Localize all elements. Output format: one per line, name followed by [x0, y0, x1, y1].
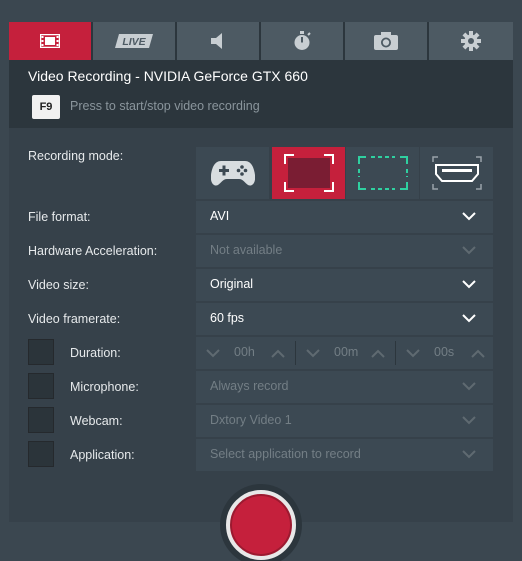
webcam-value: Dxtory Video 1	[210, 413, 292, 427]
chevron-down-icon	[462, 212, 476, 221]
framerate-label: Video framerate:	[28, 312, 121, 326]
chevron-down-icon[interactable]	[306, 349, 320, 358]
film-icon	[40, 34, 60, 48]
video-size-label: Video size:	[28, 278, 89, 292]
hotkey-description: Press to start/stop video recording	[70, 99, 260, 113]
speaker-icon	[211, 33, 222, 49]
tab-live[interactable]: LIVE	[93, 22, 177, 60]
duration-seconds: 00s	[396, 337, 493, 369]
tab-audio[interactable]	[177, 22, 261, 60]
duration-stepper: 00h 00m 00s	[196, 337, 493, 369]
hw-accel-label: Hardware Acceleration:	[28, 244, 158, 258]
duration-hours: 00h	[196, 337, 293, 369]
video-size-value: Original	[210, 277, 254, 291]
webcam-checkbox[interactable]	[28, 407, 54, 433]
region-icon	[357, 156, 408, 190]
tab-settings[interactable]	[429, 22, 513, 60]
microphone-value: Always record	[210, 379, 289, 393]
file-format-select[interactable]: AVI	[196, 201, 493, 233]
gear-icon	[461, 31, 481, 51]
record-icon	[226, 490, 296, 560]
microphone-checkbox[interactable]	[28, 373, 54, 399]
duration-checkbox[interactable]	[28, 339, 54, 365]
webcam-label: Webcam:	[70, 414, 123, 428]
application-value: Select application to record	[210, 447, 361, 461]
webcam-select[interactable]: Dxtory Video 1	[196, 405, 493, 437]
fullscreen-icon	[283, 154, 334, 192]
microphone-select[interactable]: Always record	[196, 371, 493, 403]
camera-icon	[374, 32, 398, 50]
duration-seconds-value[interactable]: 00s	[434, 345, 454, 359]
duration-hours-value[interactable]: 00h	[234, 345, 255, 359]
record-button[interactable]	[220, 484, 302, 561]
application-select[interactable]: Select application to record	[196, 439, 493, 471]
mode-fullscreen-button[interactable]	[272, 147, 345, 199]
chevron-down-icon	[462, 416, 476, 425]
header: Video Recording - NVIDIA GeForce GTX 660…	[9, 60, 513, 128]
duration-label: Duration:	[70, 346, 121, 360]
hw-accel-value: Not available	[210, 243, 283, 257]
application-label: Application:	[70, 448, 135, 462]
application-checkbox[interactable]	[28, 441, 54, 467]
chevron-up-icon[interactable]	[271, 349, 285, 358]
framerate-select[interactable]: 60 fps	[196, 303, 493, 335]
chevron-down-icon[interactable]	[206, 349, 220, 358]
video-size-select[interactable]: Original	[196, 269, 493, 301]
file-format-value: AVI	[210, 209, 230, 223]
duration-minutes: 00m	[296, 337, 393, 369]
chevron-down-icon	[462, 280, 476, 289]
chevron-up-icon[interactable]	[371, 349, 385, 358]
framerate-value: 60 fps	[210, 311, 245, 325]
recording-mode-label: Recording mode:	[28, 149, 124, 163]
tab-benchmark[interactable]	[261, 22, 345, 60]
mode-hdmi-button[interactable]	[420, 147, 493, 199]
stopwatch-icon	[294, 31, 311, 50]
live-icon: LIVE	[115, 34, 153, 48]
hw-accel-select[interactable]: Not available	[196, 235, 493, 267]
page-title: Video Recording - NVIDIA GeForce GTX 660	[28, 68, 308, 84]
chevron-down-icon	[462, 314, 476, 323]
tab-bar: LIVE	[9, 22, 513, 60]
chevron-down-icon[interactable]	[406, 349, 420, 358]
chevron-down-icon	[462, 246, 476, 255]
tab-screenshot[interactable]	[345, 22, 429, 60]
mode-region-button[interactable]	[346, 147, 419, 199]
microphone-label: Microphone:	[70, 380, 139, 394]
chevron-down-icon	[462, 450, 476, 459]
chevron-up-icon[interactable]	[471, 349, 485, 358]
file-format-label: File format:	[28, 210, 91, 224]
hotkey-badge[interactable]: F9	[32, 95, 60, 119]
mode-game-button[interactable]	[196, 147, 269, 199]
chevron-down-icon	[462, 382, 476, 391]
hdmi-icon	[431, 156, 482, 190]
duration-minutes-value[interactable]: 00m	[334, 345, 358, 359]
tab-video[interactable]	[9, 22, 93, 60]
live-label: LIVE	[122, 36, 146, 48]
gamepad-icon	[210, 161, 255, 186]
